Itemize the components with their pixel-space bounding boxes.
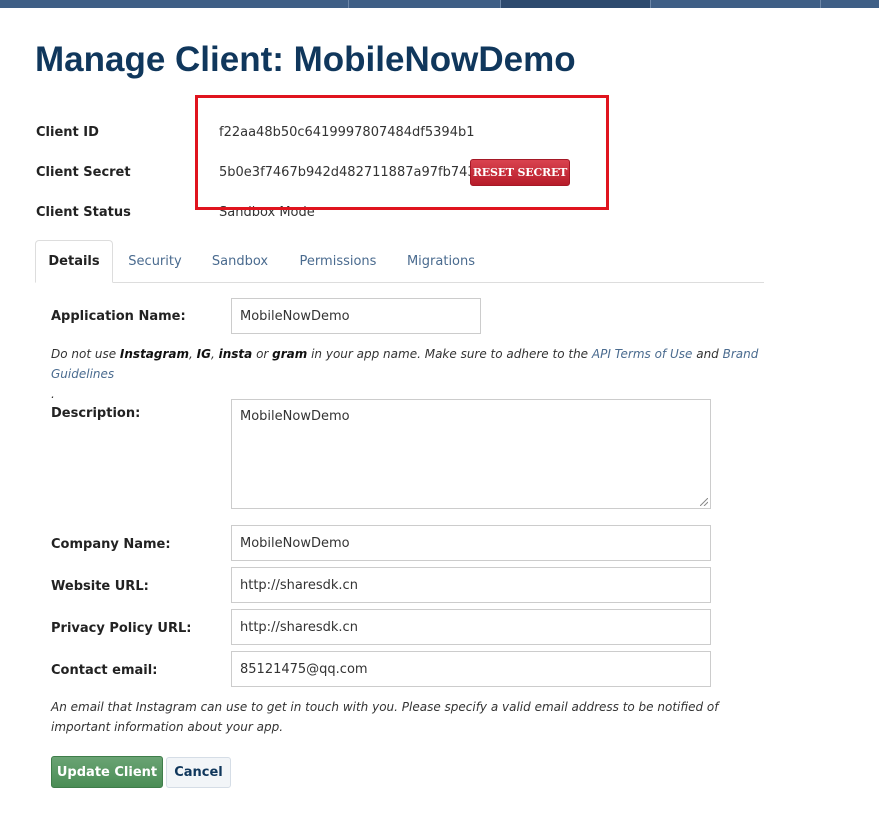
update-client-button[interactable]: Update Client	[51, 756, 163, 788]
tab-bar: Details Security Sandbox Permissions Mig…	[35, 240, 764, 283]
client-id-label: Client ID	[36, 125, 99, 140]
application-name-input[interactable]: MobileNowDemo	[231, 298, 481, 334]
description-value: MobileNowDemo	[240, 409, 350, 424]
website-url-label: Website URL:	[51, 579, 149, 594]
description-label: Description:	[51, 406, 141, 421]
top-nav-divider	[650, 0, 651, 8]
top-nav-active-item[interactable]	[501, 0, 650, 8]
application-name-help: Do not use Instagram, IG, insta or gram …	[51, 347, 759, 401]
privacy-policy-url-label: Privacy Policy URL:	[51, 621, 192, 636]
tab-details[interactable]: Details	[35, 240, 113, 283]
contact-email-input[interactable]: 85121475@qq.com	[231, 651, 711, 687]
company-name-input[interactable]: MobileNowDemo	[231, 525, 711, 561]
highlight-annotation-box	[195, 95, 609, 210]
tab-permissions[interactable]: Permissions	[288, 240, 388, 282]
contact-email-label: Contact email:	[51, 663, 158, 678]
api-terms-link[interactable]: API Terms of Use	[592, 347, 693, 361]
top-nav-bar	[0, 0, 879, 8]
application-name-label: Application Name:	[51, 309, 186, 324]
contact-email-help: An email that Instagram can use to get i…	[51, 700, 719, 734]
top-nav-divider	[820, 0, 821, 8]
description-textarea[interactable]: MobileNowDemo	[231, 399, 711, 509]
client-secret-label: Client Secret	[36, 165, 131, 180]
tab-sandbox[interactable]: Sandbox	[201, 240, 279, 282]
top-nav-divider	[348, 0, 349, 8]
tab-migrations[interactable]: Migrations	[397, 240, 485, 282]
company-name-label: Company Name:	[51, 537, 171, 552]
page-title: Manage Client: MobileNowDemo	[35, 40, 576, 79]
website-url-input[interactable]: http://sharesdk.cn	[231, 567, 711, 603]
privacy-policy-url-input[interactable]: http://sharesdk.cn	[231, 609, 711, 645]
cancel-button[interactable]: Cancel	[166, 757, 231, 788]
tab-security[interactable]: Security	[115, 240, 195, 282]
client-status-label: Client Status	[36, 205, 131, 220]
resize-handle-icon[interactable]	[700, 498, 708, 506]
